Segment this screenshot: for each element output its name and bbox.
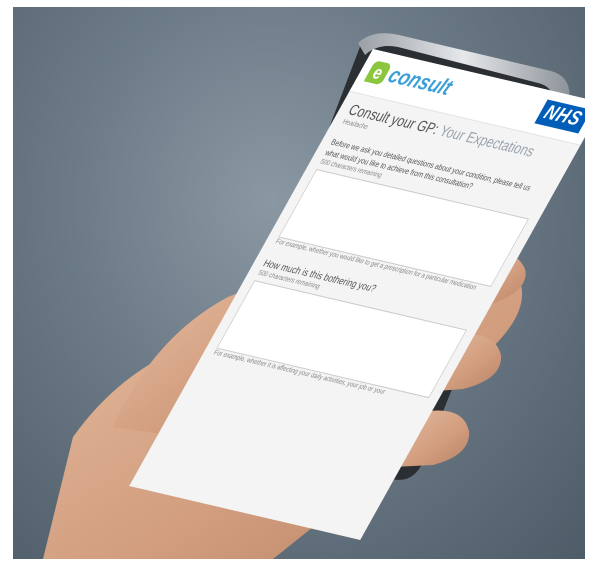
nhs-logo: NHS [534, 99, 585, 134]
econsult-logo-text: consult [383, 62, 458, 100]
photo: e consult NHS Consult your GP: Your Expe… [13, 7, 585, 559]
